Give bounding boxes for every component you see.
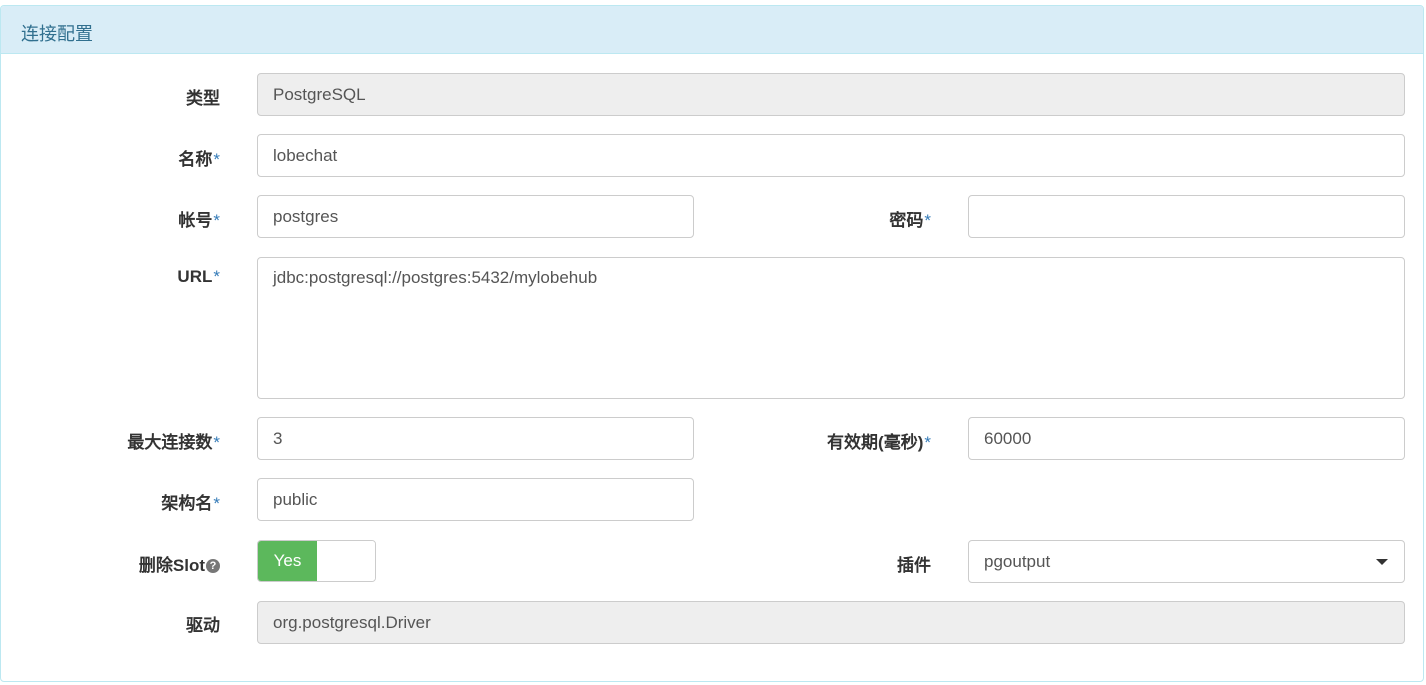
account-input[interactable]: postgres <box>257 195 694 238</box>
required-mark: * <box>924 211 931 230</box>
schema-input[interactable]: public <box>257 478 694 521</box>
url-label-text: URL <box>177 267 213 286</box>
name-input[interactable]: lobechat <box>257 134 1405 177</box>
schema-label: 架构名* <box>161 489 220 514</box>
required-mark: * <box>213 211 220 230</box>
question-circle-icon[interactable]: ? <box>206 558 220 573</box>
required-mark: * <box>213 267 220 286</box>
required-mark: * <box>924 433 931 452</box>
plugin-label-text: 插件 <box>897 556 931 575</box>
toggle-handle[interactable] <box>317 541 375 581</box>
url-label: URL* <box>177 267 220 287</box>
required-mark: * <box>213 494 220 513</box>
required-mark: * <box>213 150 220 169</box>
toggle-on-label: Yes <box>258 541 317 581</box>
password-label: 密码* <box>889 206 931 231</box>
password-label-text: 密码 <box>889 211 924 230</box>
type-value: PostgreSQL <box>273 84 366 104</box>
plugin-label: 插件 <box>897 551 931 576</box>
plugin-select[interactable]: pgoutput <box>968 540 1405 583</box>
driver-label-text: 驱动 <box>186 616 220 635</box>
expiry-label: 有效期(毫秒)* <box>827 428 931 453</box>
type-field: PostgreSQL <box>257 73 1405 116</box>
type-label-text: 类型 <box>186 89 220 108</box>
max-connections-label-text: 最大连接数 <box>127 433 213 452</box>
schema-label-text: 架构名 <box>161 494 213 513</box>
delete-slot-label-text: 删除Slot <box>138 556 205 575</box>
panel-title: 连接配置 <box>21 24 93 44</box>
password-input[interactable] <box>968 195 1405 238</box>
name-label-text: 名称 <box>178 150 213 169</box>
driver-label: 驱动 <box>186 611 220 636</box>
panel-heading: 连接配置 <box>1 6 1423 54</box>
caret-down-icon <box>1376 559 1388 565</box>
type-label: 类型 <box>186 84 220 109</box>
expiry-value: 60000 <box>984 428 1032 448</box>
account-label: 帐号* <box>178 206 220 231</box>
max-connections-value: 3 <box>273 428 283 448</box>
name-label: 名称* <box>178 145 220 170</box>
url-value: jdbc:postgresql://postgres:5432/mylobehu… <box>273 268 598 287</box>
delete-slot-toggle[interactable]: Yes <box>257 540 376 582</box>
name-value: lobechat <box>273 145 338 165</box>
driver-value: org.postgresql.Driver <box>273 612 431 632</box>
max-connections-label: 最大连接数* <box>127 428 220 453</box>
url-textarea[interactable]: jdbc:postgresql://postgres:5432/mylobehu… <box>257 257 1405 399</box>
expiry-label-text: 有效期(毫秒) <box>827 433 924 452</box>
max-connections-input[interactable]: 3 <box>257 417 694 460</box>
expiry-input[interactable]: 60000 <box>968 417 1405 460</box>
plugin-value: pgoutput <box>984 551 1051 571</box>
delete-slot-label: 删除Slot? <box>139 551 220 576</box>
driver-field: org.postgresql.Driver <box>257 601 1405 644</box>
schema-value: public <box>273 489 318 509</box>
account-value: postgres <box>273 206 339 226</box>
required-mark: * <box>213 433 220 452</box>
account-label-text: 帐号 <box>178 211 213 230</box>
